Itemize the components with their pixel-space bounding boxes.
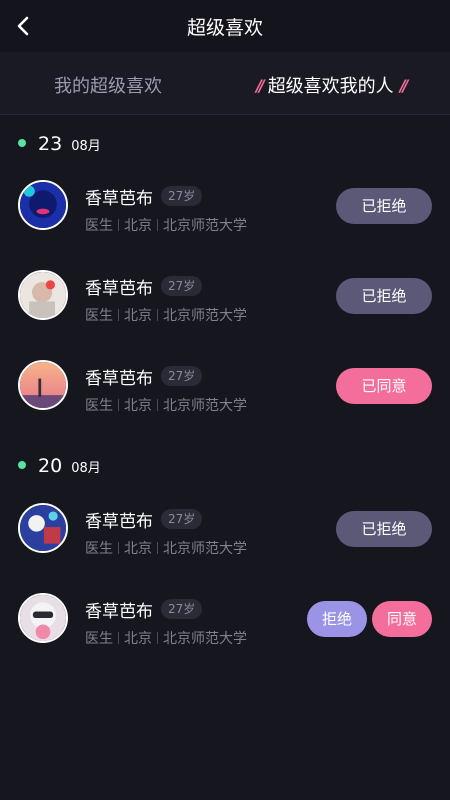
age-badge: 27岁 [161, 276, 203, 296]
user-school: 北京师范大学 [163, 218, 247, 234]
divider [157, 399, 158, 411]
tab-super-liked-me[interactable]: // 超级喜欢我的人 // [250, 72, 411, 98]
user-name: 香草芭布 [85, 189, 153, 209]
date-day: 23 [38, 133, 63, 155]
divider [157, 219, 158, 231]
user-job: 医生 [85, 631, 113, 647]
user-school: 北京师范大学 [163, 541, 247, 557]
user-name: 香草芭布 [85, 369, 153, 389]
user-meta: 医生 北京 北京师范大学 [85, 395, 247, 415]
user-job: 医生 [85, 398, 113, 414]
user-city: 北京 [124, 541, 152, 557]
list-item[interactable]: 香草芭布 27岁 医生 北京 北京师范大学 已拒绝 [0, 180, 450, 270]
divider [118, 542, 119, 554]
user-meta: 医生 北京 北京师范大学 [85, 305, 247, 325]
divider [118, 309, 119, 321]
top-bar: 超级喜欢 [0, 0, 450, 52]
divider [118, 632, 119, 644]
tab-my-super-likes[interactable]: 我的超级喜欢 [54, 72, 162, 98]
divider [157, 542, 158, 554]
age-badge: 27岁 [161, 599, 203, 619]
user-school: 北京师范大学 [163, 398, 247, 414]
list-item[interactable]: 香草芭布 27岁 医生 北京 北京师范大学 已同意 [0, 360, 450, 450]
list-item[interactable]: 香草芭布 27岁 医生 北京 北京师范大学 已拒绝 [0, 270, 450, 360]
divider [118, 219, 119, 231]
user-job: 医生 [85, 541, 113, 557]
avatar[interactable] [18, 360, 68, 410]
tab-super-liked-me-label: 超级喜欢我的人 [267, 76, 394, 97]
divider [118, 399, 119, 411]
date-month: 08月 [71, 139, 101, 154]
date-header: 20 08月 [18, 455, 101, 477]
user-meta: 医生 北京 北京师范大学 [85, 538, 247, 558]
age-badge: 27岁 [161, 186, 203, 206]
user-name: 香草芭布 [85, 512, 153, 532]
user-school: 北京师范大学 [163, 631, 247, 647]
status-rejected-button[interactable]: 已拒绝 [336, 188, 432, 224]
divider [157, 309, 158, 321]
user-city: 北京 [124, 398, 152, 414]
page-title: 超级喜欢 [186, 17, 263, 39]
date-day: 20 [38, 455, 63, 477]
user-city: 北京 [124, 308, 152, 324]
status-rejected-button[interactable]: 已拒绝 [336, 278, 432, 314]
tab-decoration-left: // [256, 75, 265, 95]
date-dot [18, 461, 26, 469]
user-name: 香草芭布 [85, 279, 153, 299]
avatar[interactable] [18, 503, 68, 553]
list-item[interactable]: 香草芭布 27岁 医生 北京 北京师范大学 拒绝 同意 [0, 593, 450, 683]
divider [157, 632, 158, 644]
age-badge: 27岁 [161, 509, 203, 529]
status-agreed-button[interactable]: 已同意 [336, 368, 432, 404]
user-city: 北京 [124, 218, 152, 234]
user-job: 医生 [85, 218, 113, 234]
tab-bar: 我的超级喜欢 // 超级喜欢我的人 // [0, 52, 450, 115]
status-rejected-button[interactable]: 已拒绝 [336, 511, 432, 547]
list-item[interactable]: 香草芭布 27岁 医生 北京 北京师范大学 已拒绝 [0, 503, 450, 593]
tab-decoration-right: // [399, 75, 409, 95]
date-header: 23 08月 [18, 133, 101, 155]
age-badge: 27岁 [161, 366, 203, 386]
user-meta: 医生 北京 北京师范大学 [85, 628, 247, 648]
user-school: 北京师范大学 [163, 308, 247, 324]
avatar[interactable] [18, 180, 68, 230]
agree-button[interactable]: 同意 [372, 601, 432, 637]
user-meta: 医生 北京 北京师范大学 [85, 215, 247, 235]
user-city: 北京 [124, 631, 152, 647]
user-job: 医生 [85, 308, 113, 324]
user-name: 香草芭布 [85, 602, 153, 622]
date-month: 08月 [71, 461, 101, 476]
date-dot [18, 139, 26, 147]
avatar[interactable] [18, 593, 68, 643]
reject-button[interactable]: 拒绝 [307, 601, 367, 637]
avatar[interactable] [18, 270, 68, 320]
